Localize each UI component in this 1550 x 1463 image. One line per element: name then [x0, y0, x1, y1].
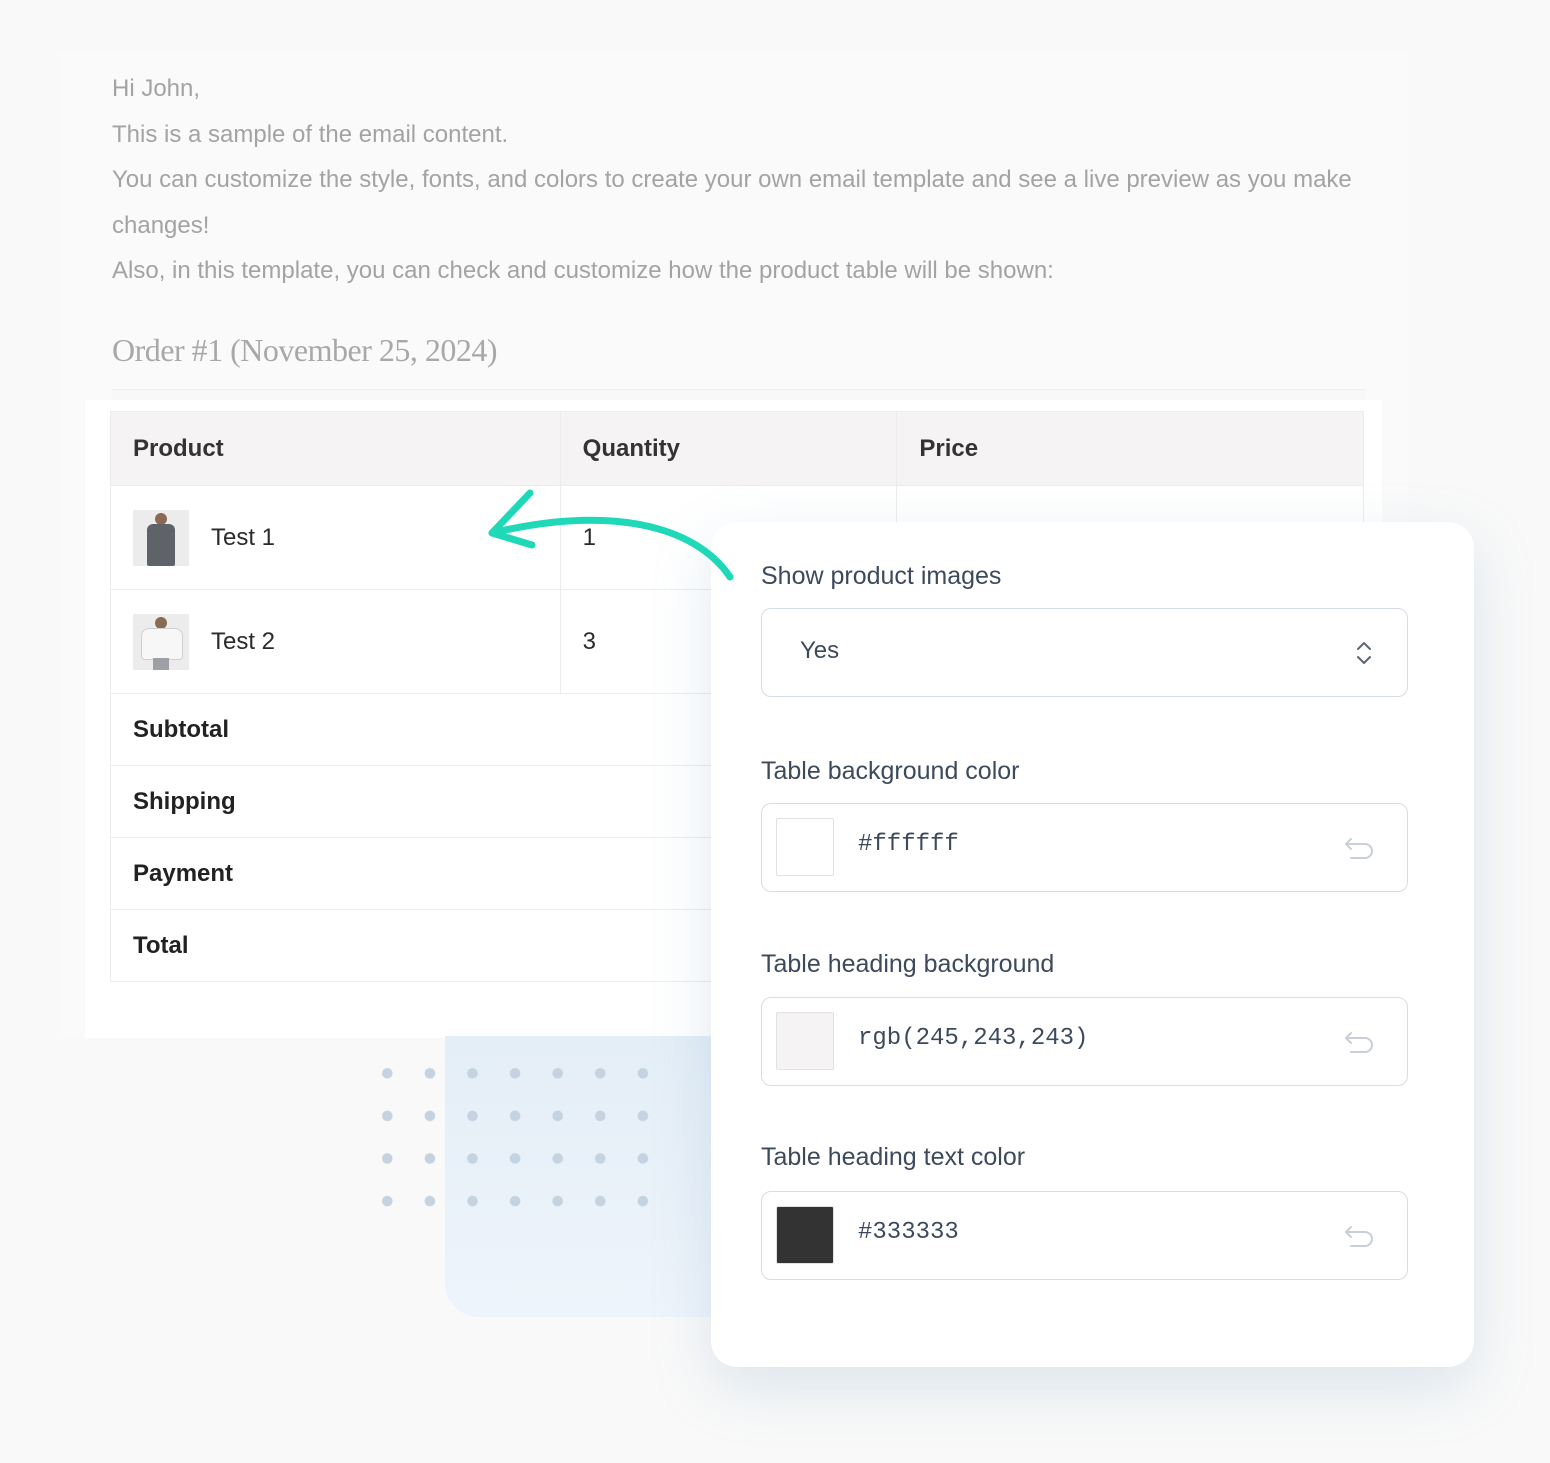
order-title: Order #1 (November 25, 2024)	[112, 332, 498, 368]
show-images-label: Show product images	[761, 562, 1002, 590]
show-images-value: Yes	[800, 637, 840, 664]
email-greeting: Hi John,	[112, 75, 201, 102]
email-line-1: This is a sample of the email content.	[112, 120, 509, 148]
heading-bg-swatch[interactable]	[776, 1012, 834, 1070]
reset-icon[interactable]	[1343, 834, 1375, 860]
header-price: Price	[896, 411, 1364, 486]
table-bg-swatch[interactable]	[776, 818, 834, 876]
heading-text-value[interactable]: #333333	[858, 1219, 959, 1246]
email-line-2: You can customize the style, fonts, and …	[112, 166, 1352, 239]
chevron-up-down-icon	[1357, 642, 1371, 664]
product-image	[133, 509, 189, 566]
header-quantity: Quantity	[559, 411, 898, 486]
reset-icon[interactable]	[1343, 1028, 1375, 1054]
product-image	[133, 613, 189, 670]
product-name: Test 2	[211, 627, 276, 655]
product-name: Test 1	[211, 523, 276, 551]
table-bg-value[interactable]: #ffffff	[858, 831, 959, 858]
table-bg-label: Table background color	[761, 757, 1020, 785]
show-images-select[interactable]: Yes	[761, 608, 1408, 697]
heading-text-color-field[interactable]: #333333	[761, 1191, 1408, 1280]
email-line-3: Also, in this template, you can check an…	[112, 257, 1054, 284]
settings-panel: Show product images Yes Table background…	[711, 522, 1474, 1367]
heading-bg-color-field[interactable]: rgb(245,243,243)	[761, 997, 1408, 1086]
heading-bg-label: Table heading background	[761, 950, 1055, 978]
email-intro: Hi John, This is a sample of the email c…	[112, 66, 1362, 294]
product-cell: Test 2	[110, 589, 561, 694]
curved-arrow-icon	[488, 489, 734, 581]
header-product: Product	[110, 411, 561, 486]
heading-text-label: Table heading text color	[761, 1143, 1026, 1171]
decorative-dot-grid	[366, 1052, 656, 1212]
heading-bg-value[interactable]: rgb(245,243,243)	[858, 1025, 1088, 1052]
reset-icon[interactable]	[1343, 1222, 1375, 1248]
heading-text-swatch[interactable]	[776, 1206, 834, 1264]
table-bg-color-field[interactable]: #ffffff	[761, 803, 1408, 892]
table-heading-row: Product Quantity Price	[110, 411, 1364, 486]
